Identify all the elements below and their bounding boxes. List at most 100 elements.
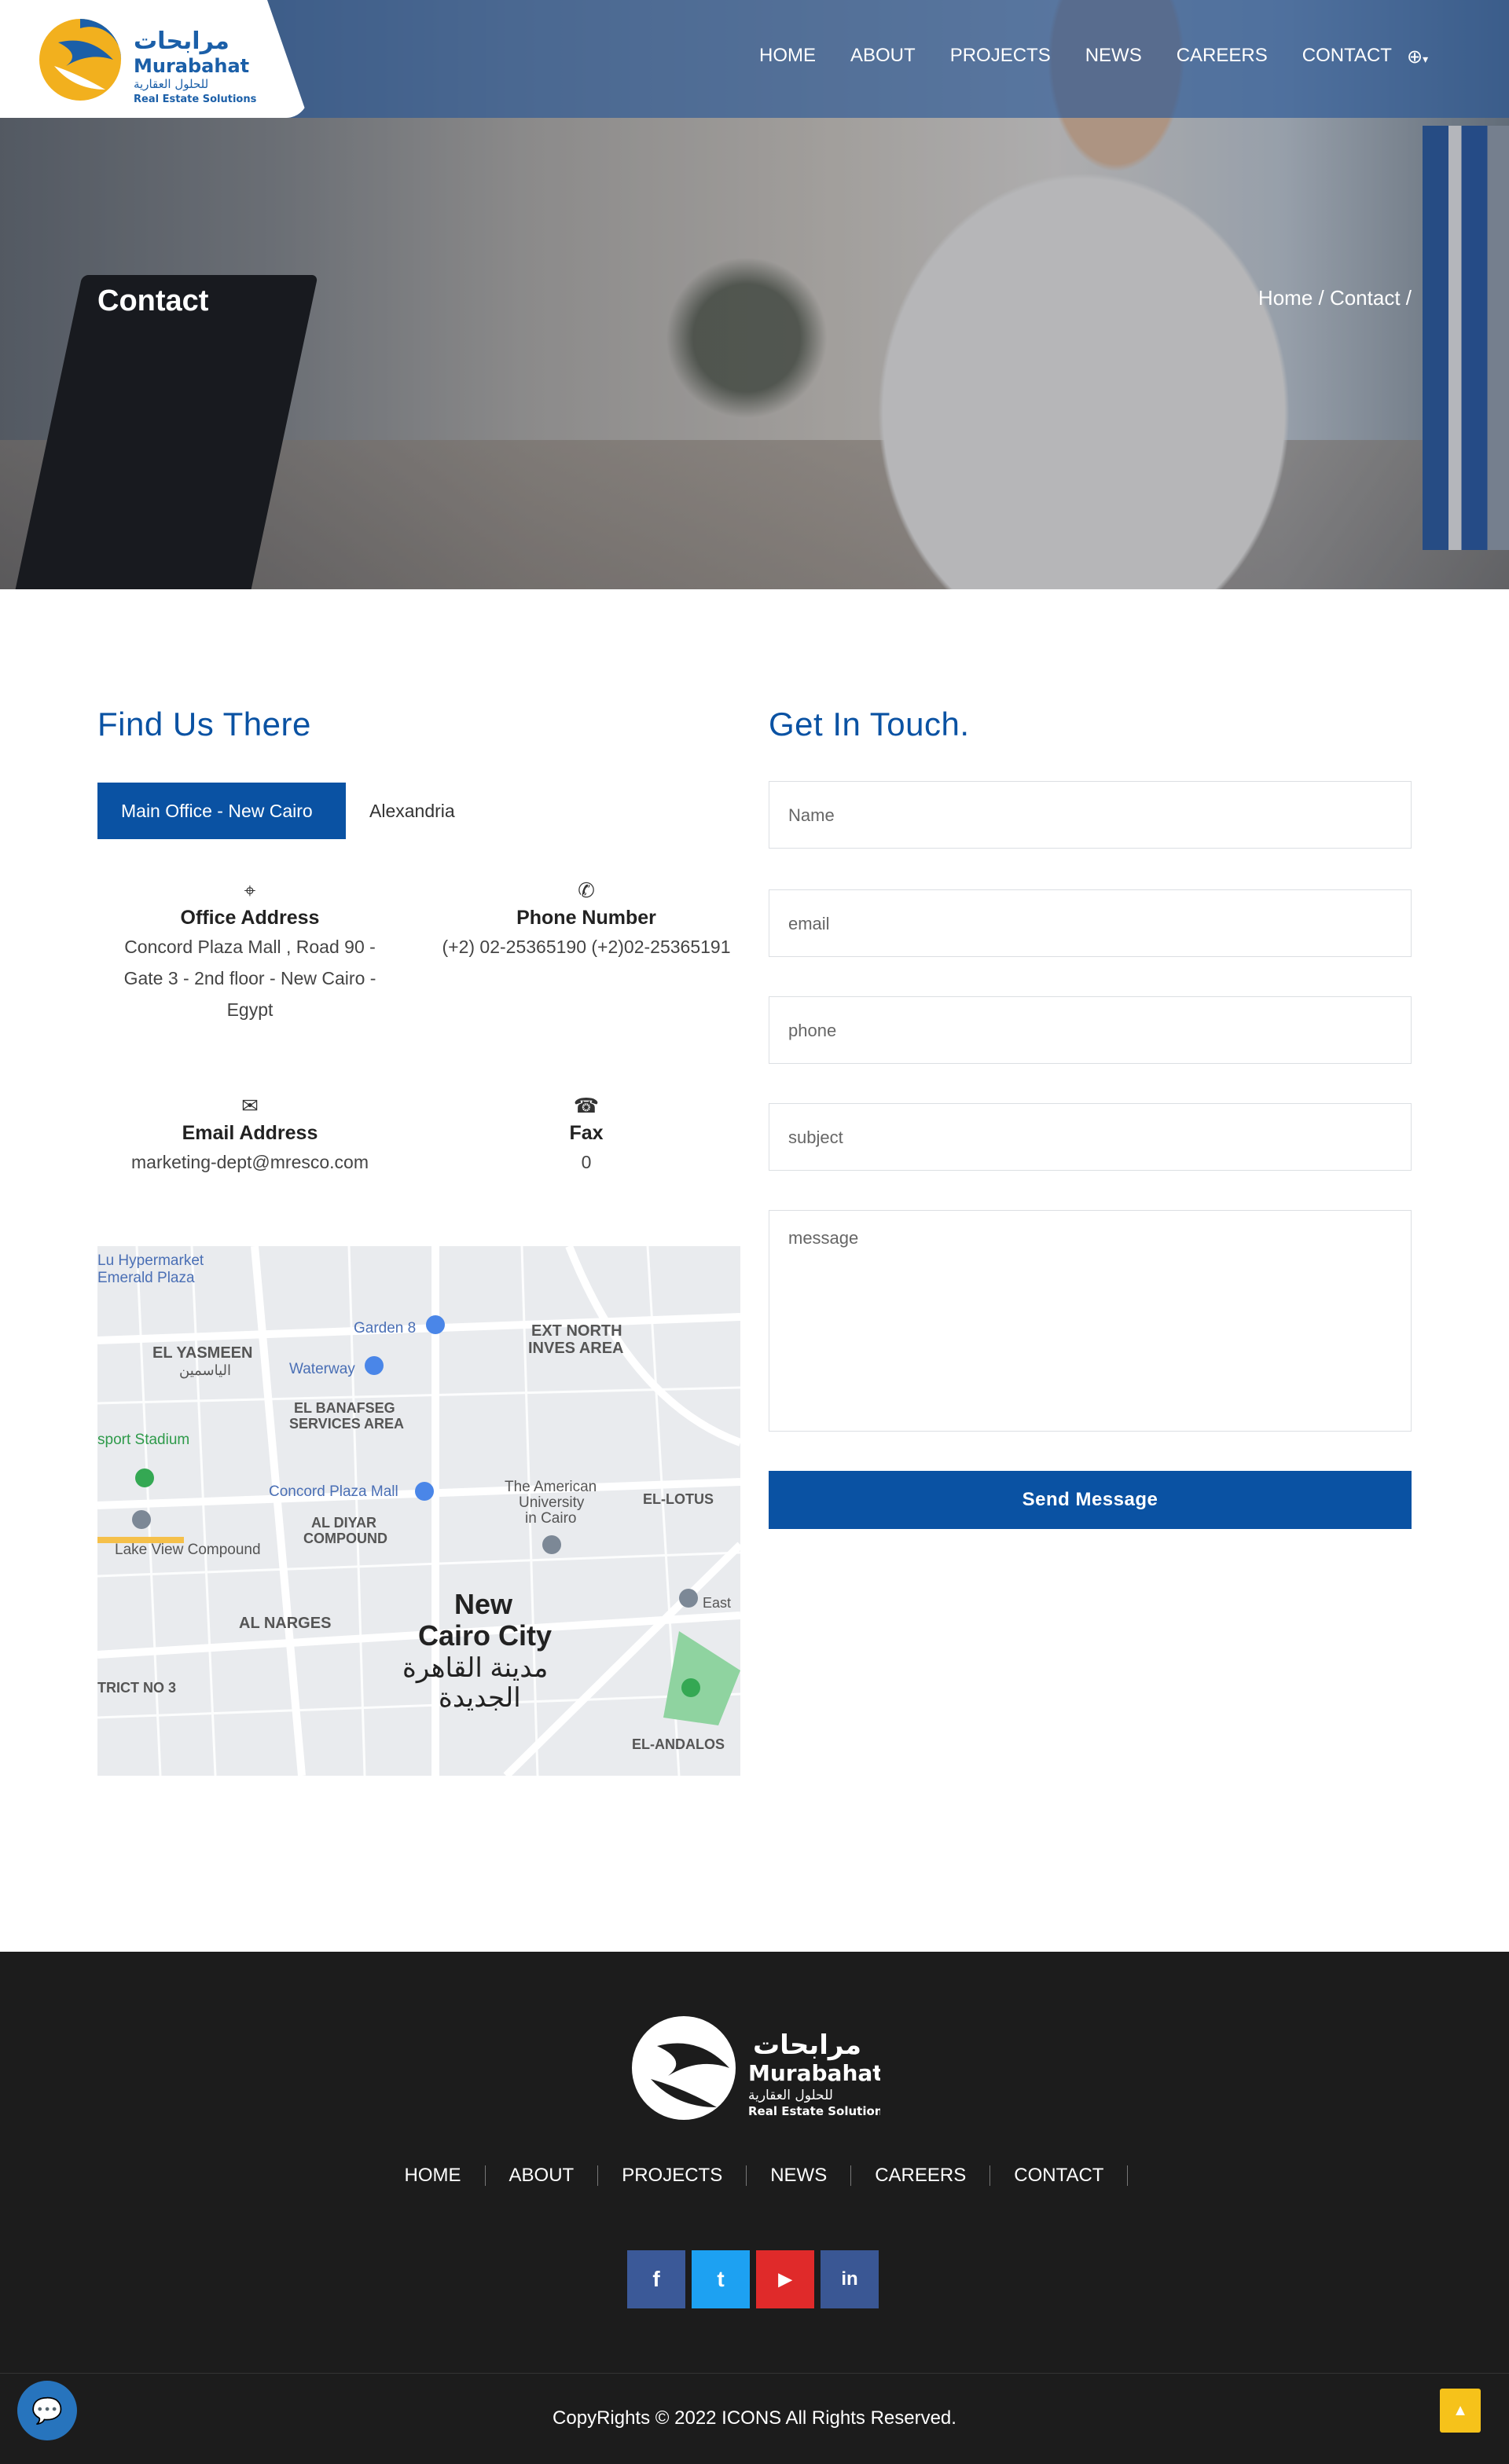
nav-news[interactable]: NEWS <box>1085 45 1142 67</box>
get-in-touch-title: Get In Touch. <box>769 706 970 742</box>
phone-placeholder: phone <box>788 1021 837 1040</box>
map-label: EXT NORTH <box>531 1322 622 1340</box>
footer-logo-name: Murabahat <box>748 2060 880 2086</box>
name-placeholder: Name <box>788 805 835 825</box>
find-us-title: Find Us There <box>97 706 311 742</box>
map-label: Lu Hypermarket <box>97 1252 204 1269</box>
fax-value: 0 <box>581 1152 592 1172</box>
map-label: in Cairo <box>525 1510 576 1527</box>
envelope-icon: ✉ <box>241 1094 259 1117</box>
globe-icon: ⊕ <box>1407 46 1423 68</box>
map-label: Concord Plaza Mall <box>269 1483 398 1500</box>
email-block: ✉ Email Address marketing-dept@mresco.co… <box>93 1092 407 1178</box>
email-field[interactable]: email <box>769 889 1412 957</box>
footer-divider <box>0 2373 1509 2374</box>
tab-main-office[interactable]: Main Office - New Cairo <box>97 783 346 839</box>
footer-nav-news[interactable]: NEWS <box>747 2165 852 2186</box>
scroll-to-top-button[interactable]: ▲ <box>1440 2389 1481 2433</box>
office-address-label: Office Address <box>180 907 320 929</box>
logo-arabic-sub: للحلول العقارية <box>134 77 208 91</box>
footer-logo-arabic-sub: للحلول العقارية <box>748 2088 833 2103</box>
phone-block: ✆ Phone Number (+2) 02-25365190 (+2)02-2… <box>429 877 743 962</box>
map-label: الجديدة <box>439 1683 521 1713</box>
logo-name: Murabahat <box>134 55 249 77</box>
breadcrumb[interactable]: Home / Contact / <box>1258 286 1412 310</box>
nav-careers[interactable]: CAREERS <box>1177 45 1268 67</box>
map-label: sport Stadium <box>97 1432 189 1448</box>
murabahat-logo: مرابحات Murabahat للحلول العقارية Real E… <box>39 19 257 105</box>
office-address-value: Concord Plaza Mall , Road 90 - Gate 3 - … <box>123 937 376 1020</box>
page-title: Contact <box>97 284 209 317</box>
map-label: COMPOUND <box>303 1531 387 1546</box>
map-label: AL DIYAR <box>311 1515 376 1531</box>
linkedin-icon[interactable]: in <box>821 2250 879 2308</box>
map-label: مدينة القاهرة <box>402 1653 548 1684</box>
subject-placeholder: subject <box>788 1128 843 1147</box>
map-label: University <box>519 1494 585 1511</box>
main-nav: HOME ABOUT PROJECTS NEWS CAREERS CONTACT <box>759 45 1509 67</box>
map-label: Garden 8 <box>354 1320 416 1336</box>
nav-contact[interactable]: CONTACT <box>1302 45 1392 67</box>
map-label: AL NARGES <box>239 1615 331 1632</box>
nav-projects[interactable]: PROJECTS <box>950 45 1051 67</box>
footer-logo[interactable]: مرابحات Murabahat للحلول العقارية Real E… <box>629 2007 880 2125</box>
logo-container[interactable]: مرابحات Murabahat للحلول العقارية Real E… <box>0 0 308 118</box>
map-label: الياسمين <box>179 1362 231 1379</box>
phone-label: Phone Number <box>516 907 656 929</box>
footer-nav-about[interactable]: ABOUT <box>486 2165 599 2186</box>
office-tabs: Main Office - New Cairo Alexandria <box>97 783 479 839</box>
send-message-button[interactable]: Send Message <box>769 1471 1412 1529</box>
footer-nav-projects[interactable]: PROJECTS <box>598 2165 747 2186</box>
fax-icon: ☎ <box>573 1094 600 1117</box>
map-label: Emerald Plaza <box>97 1270 195 1286</box>
phone-value[interactable]: (+2) 02-25365190 (+2)02-25365191 <box>429 931 743 962</box>
map-label: INVES AREA <box>528 1340 624 1357</box>
map-label: SERVICES AREA <box>289 1416 404 1432</box>
map-label: EL-LOTUS <box>643 1491 714 1507</box>
name-field[interactable]: Name <box>769 781 1412 849</box>
map-canvas: Lu Hypermarket Emerald Plaza Garden 8 EL… <box>97 1246 740 1776</box>
map-label: TRICT NO 3 <box>97 1680 176 1696</box>
phone-icon: ✆ <box>578 878 595 902</box>
email-value[interactable]: marketing-dept@mresco.com <box>93 1146 407 1178</box>
footer-nav-home[interactable]: HOME <box>381 2165 486 2186</box>
message-textarea[interactable]: message <box>769 1210 1412 1432</box>
youtube-icon[interactable]: ▶ <box>756 2250 814 2308</box>
footer-nav-careers[interactable]: CAREERS <box>851 2165 991 2186</box>
top-navbar: مرابحات Murabahat للحلول العقارية Real E… <box>0 0 1509 118</box>
subject-field[interactable]: subject <box>769 1103 1412 1171</box>
chat-bubble-icon[interactable]: 💬 <box>17 2381 77 2440</box>
map-label: New <box>454 1588 513 1620</box>
map-label: EL-ANDALOS <box>632 1736 725 1752</box>
tab-alexandria[interactable]: Alexandria <box>346 783 479 839</box>
nav-about[interactable]: ABOUT <box>850 45 916 67</box>
footer-logo-tagline: Real Estate Solutions <box>748 2104 880 2118</box>
map-label: Cairo City <box>418 1619 552 1652</box>
map-label: Lake View Compound <box>115 1542 261 1558</box>
caret-down-icon: ▾ <box>1423 53 1429 65</box>
email-placeholder: email <box>788 914 830 933</box>
map-label: Waterway <box>289 1361 355 1377</box>
logo-arabic: مرابحات <box>134 28 229 55</box>
map-label: EL YASMEEN <box>152 1344 252 1362</box>
logo-tagline: Real Estate Solutions <box>134 94 257 105</box>
fax-label: Fax <box>569 1122 604 1144</box>
message-placeholder: message <box>788 1228 859 1248</box>
language-dropdown[interactable]: ⊕▾ <box>1407 46 1428 68</box>
footer: مرابحات Murabahat للحلول العقارية Real E… <box>0 1952 1509 2464</box>
map-pin-icon: ⌖ <box>244 878 256 902</box>
social-links: f t ▶ in <box>627 2250 879 2308</box>
location-map[interactable]: Lu Hypermarket Emerald Plaza Garden 8 EL… <box>97 1246 740 1776</box>
fax-block: ☎ Fax 0 <box>429 1092 743 1178</box>
footer-logo-arabic: مرابحات <box>753 2030 861 2061</box>
email-label: Email Address <box>182 1122 318 1144</box>
map-label: The American <box>505 1479 597 1495</box>
facebook-icon[interactable]: f <box>627 2250 685 2308</box>
map-label: EL BANAFSEG <box>294 1400 395 1416</box>
footer-nav-contact[interactable]: CONTACT <box>990 2165 1129 2186</box>
office-address-block: ⌖ Office Address Concord Plaza Mall , Ro… <box>93 877 407 1025</box>
phone-field[interactable]: phone <box>769 996 1412 1064</box>
copyright-text: CopyRights © 2022 ICONS All Rights Reser… <box>553 2407 956 2429</box>
twitter-icon[interactable]: t <box>692 2250 750 2308</box>
nav-home[interactable]: HOME <box>759 45 816 67</box>
